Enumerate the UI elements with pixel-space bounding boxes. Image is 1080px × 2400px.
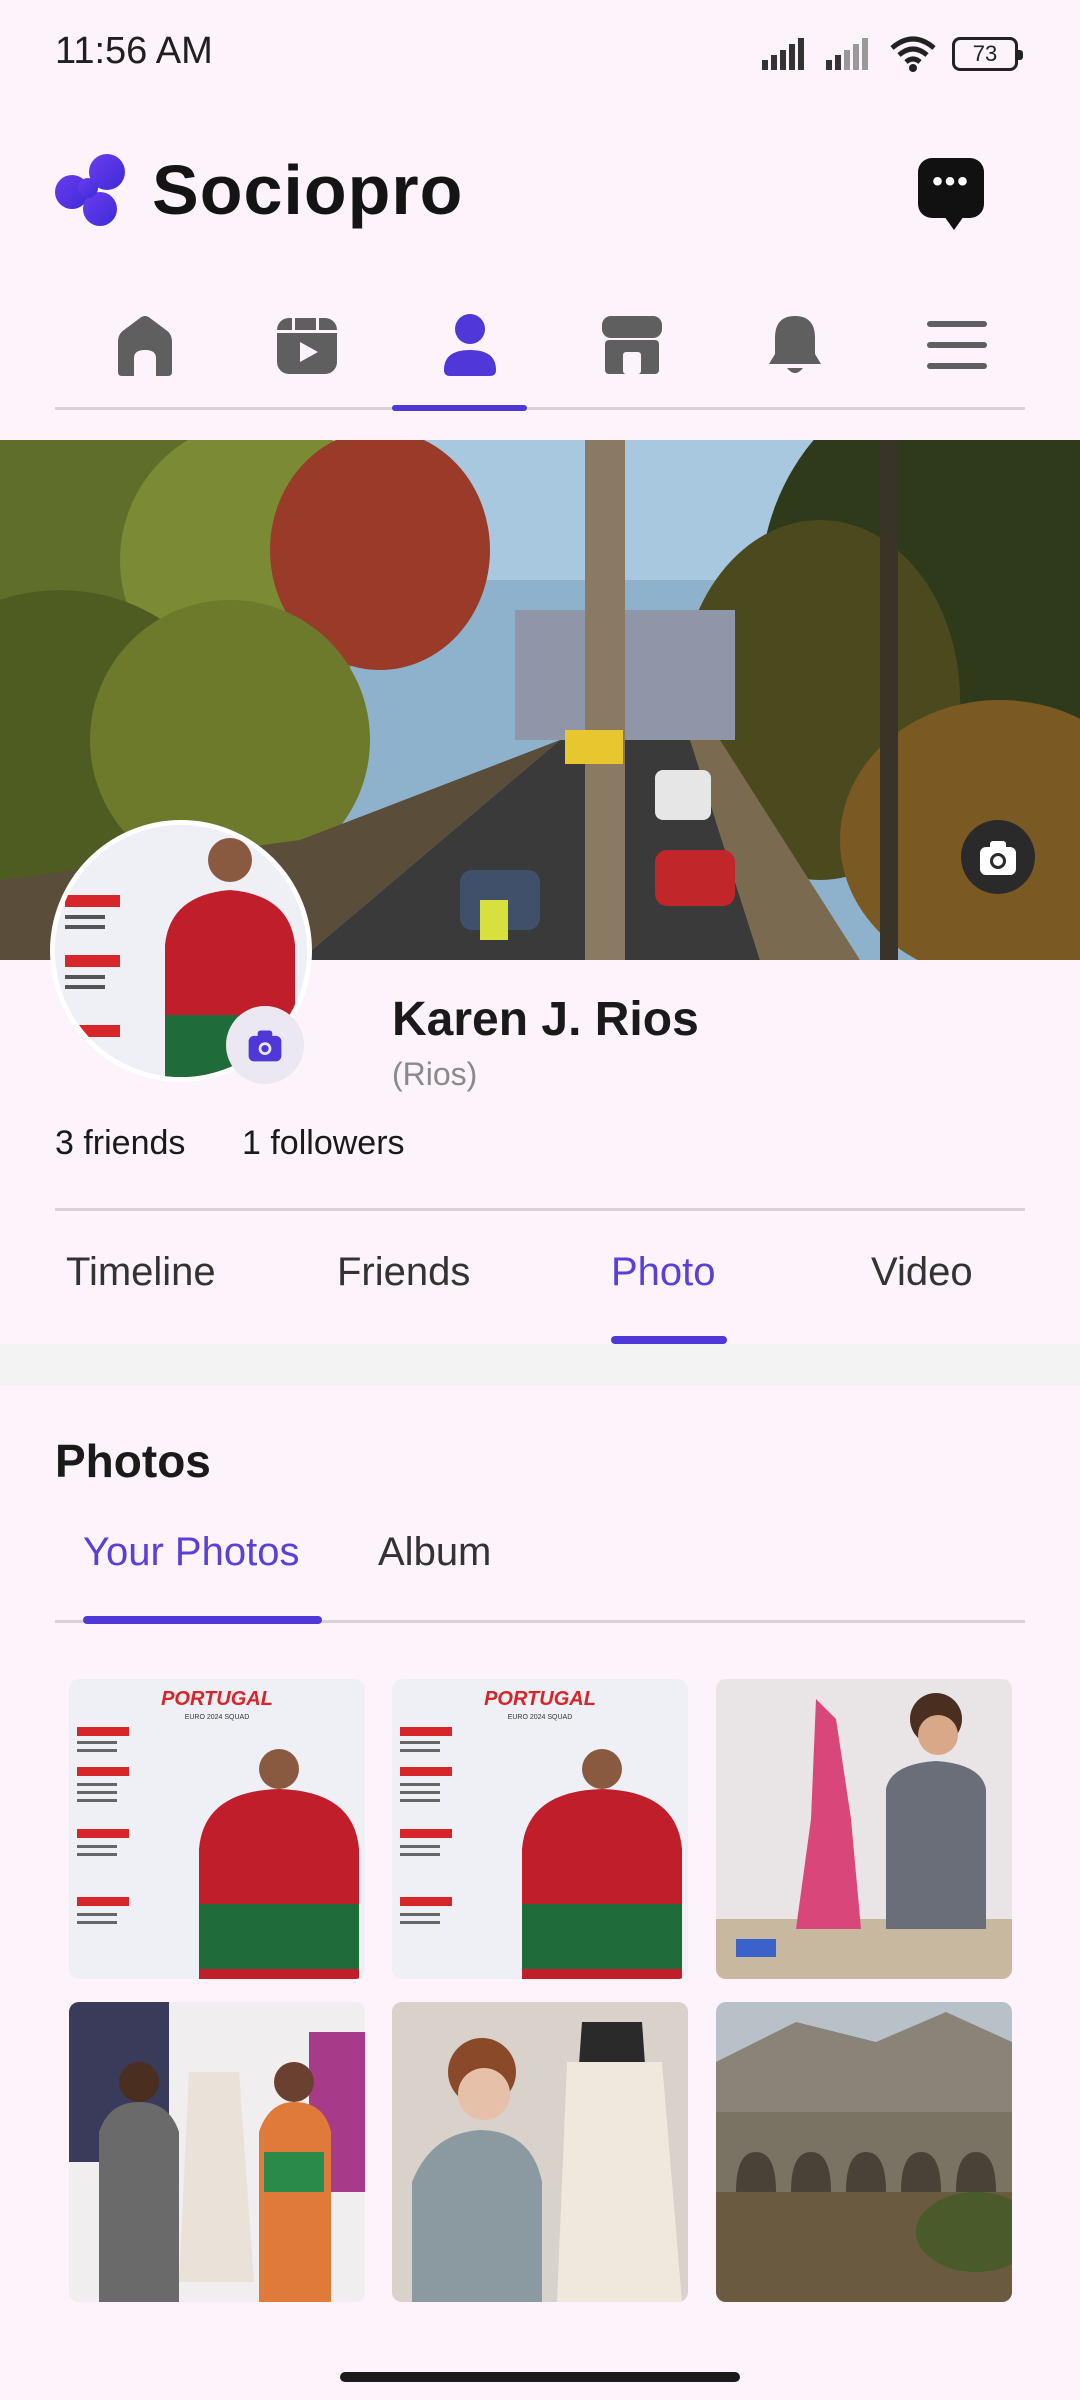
app-header: Sociopro •••	[0, 130, 1080, 250]
photo-tile[interactable]	[392, 2002, 688, 2302]
signal-icon	[762, 38, 804, 70]
camera-icon	[248, 1030, 282, 1062]
status-bar: 11:56 AM 73	[0, 0, 1080, 110]
chat-button[interactable]: •••	[918, 158, 984, 230]
nav-home[interactable]	[100, 300, 190, 390]
tab-friends[interactable]: Friends	[337, 1250, 470, 1295]
tab-your-photos[interactable]: Your Photos	[83, 1530, 299, 1575]
svg-text:PORTUGAL: PORTUGAL	[484, 1688, 596, 1710]
bell-icon	[769, 316, 821, 373]
profile-handle: (Rios)	[392, 1056, 478, 1092]
wifi-icon	[890, 36, 936, 72]
cover-camera-button[interactable]	[961, 820, 1035, 894]
svg-text:EURO 2024 SQUAD: EURO 2024 SQUAD	[185, 1714, 250, 1721]
followers-count[interactable]: 1 followers	[242, 1124, 405, 1163]
nav-menu[interactable]	[912, 300, 1002, 390]
photo-tile[interactable]	[716, 1679, 1012, 1979]
tab-video[interactable]: Video	[871, 1250, 973, 1295]
nav-marketplace[interactable]	[587, 300, 677, 390]
camera-icon	[980, 841, 1016, 875]
battery-icon: 73	[952, 37, 1023, 71]
signal-icon-2	[826, 38, 868, 70]
marketplace-icon	[602, 316, 662, 374]
sociopro-logo-icon	[55, 154, 125, 226]
svg-text:PORTUGAL: PORTUGAL	[161, 1688, 273, 1710]
avatar-camera-button[interactable]	[226, 1006, 304, 1084]
tab-album[interactable]: Album	[378, 1530, 491, 1575]
sub-tab-indicator	[83, 1616, 322, 1624]
nav-profile[interactable]	[425, 300, 515, 390]
nav-notifications[interactable]	[750, 300, 840, 390]
photo-image	[69, 2002, 365, 2302]
photo-tile[interactable]	[716, 2002, 1012, 2302]
photo-tile[interactable]: PORTUGAL EURO 2024 SQUAD	[69, 1679, 365, 1979]
photo-image	[716, 2002, 1012, 2302]
reels-icon	[277, 318, 337, 374]
divider	[55, 1208, 1025, 1211]
status-time: 11:56 AM	[55, 30, 213, 72]
photo-tile[interactable]: PORTUGAL EURO 2024 SQUAD	[392, 1679, 688, 1979]
photo-image: PORTUGAL EURO 2024 SQUAD	[69, 1679, 365, 1979]
friends-count[interactable]: 3 friends	[55, 1124, 185, 1163]
nav-reels[interactable]	[262, 300, 352, 390]
svg-text:EURO 2024 SQUAD: EURO 2024 SQUAD	[508, 1714, 573, 1721]
home-icon	[118, 316, 172, 376]
tab-photo[interactable]: Photo	[611, 1250, 716, 1295]
profile-icon	[444, 314, 496, 376]
photo-image	[392, 2002, 688, 2302]
app-title: Sociopro	[152, 151, 464, 229]
status-icons: 73	[762, 34, 1023, 74]
nav-active-indicator	[392, 405, 527, 411]
tab-timeline[interactable]: Timeline	[66, 1250, 216, 1295]
menu-icon	[927, 321, 987, 369]
photo-image	[716, 1679, 1012, 1979]
section-separator	[0, 1344, 1080, 1386]
photo-tile[interactable]	[69, 2002, 365, 2302]
main-nav	[55, 280, 1025, 411]
chat-bubble-icon: •••	[932, 165, 970, 198]
photos-heading: Photos	[55, 1435, 211, 1487]
profile-name: Karen J. Rios	[392, 993, 699, 1046]
home-indicator[interactable]	[340, 2372, 740, 2382]
photo-image: PORTUGAL EURO 2024 SQUAD	[392, 1679, 688, 1979]
profile-tab-indicator	[611, 1336, 727, 1344]
